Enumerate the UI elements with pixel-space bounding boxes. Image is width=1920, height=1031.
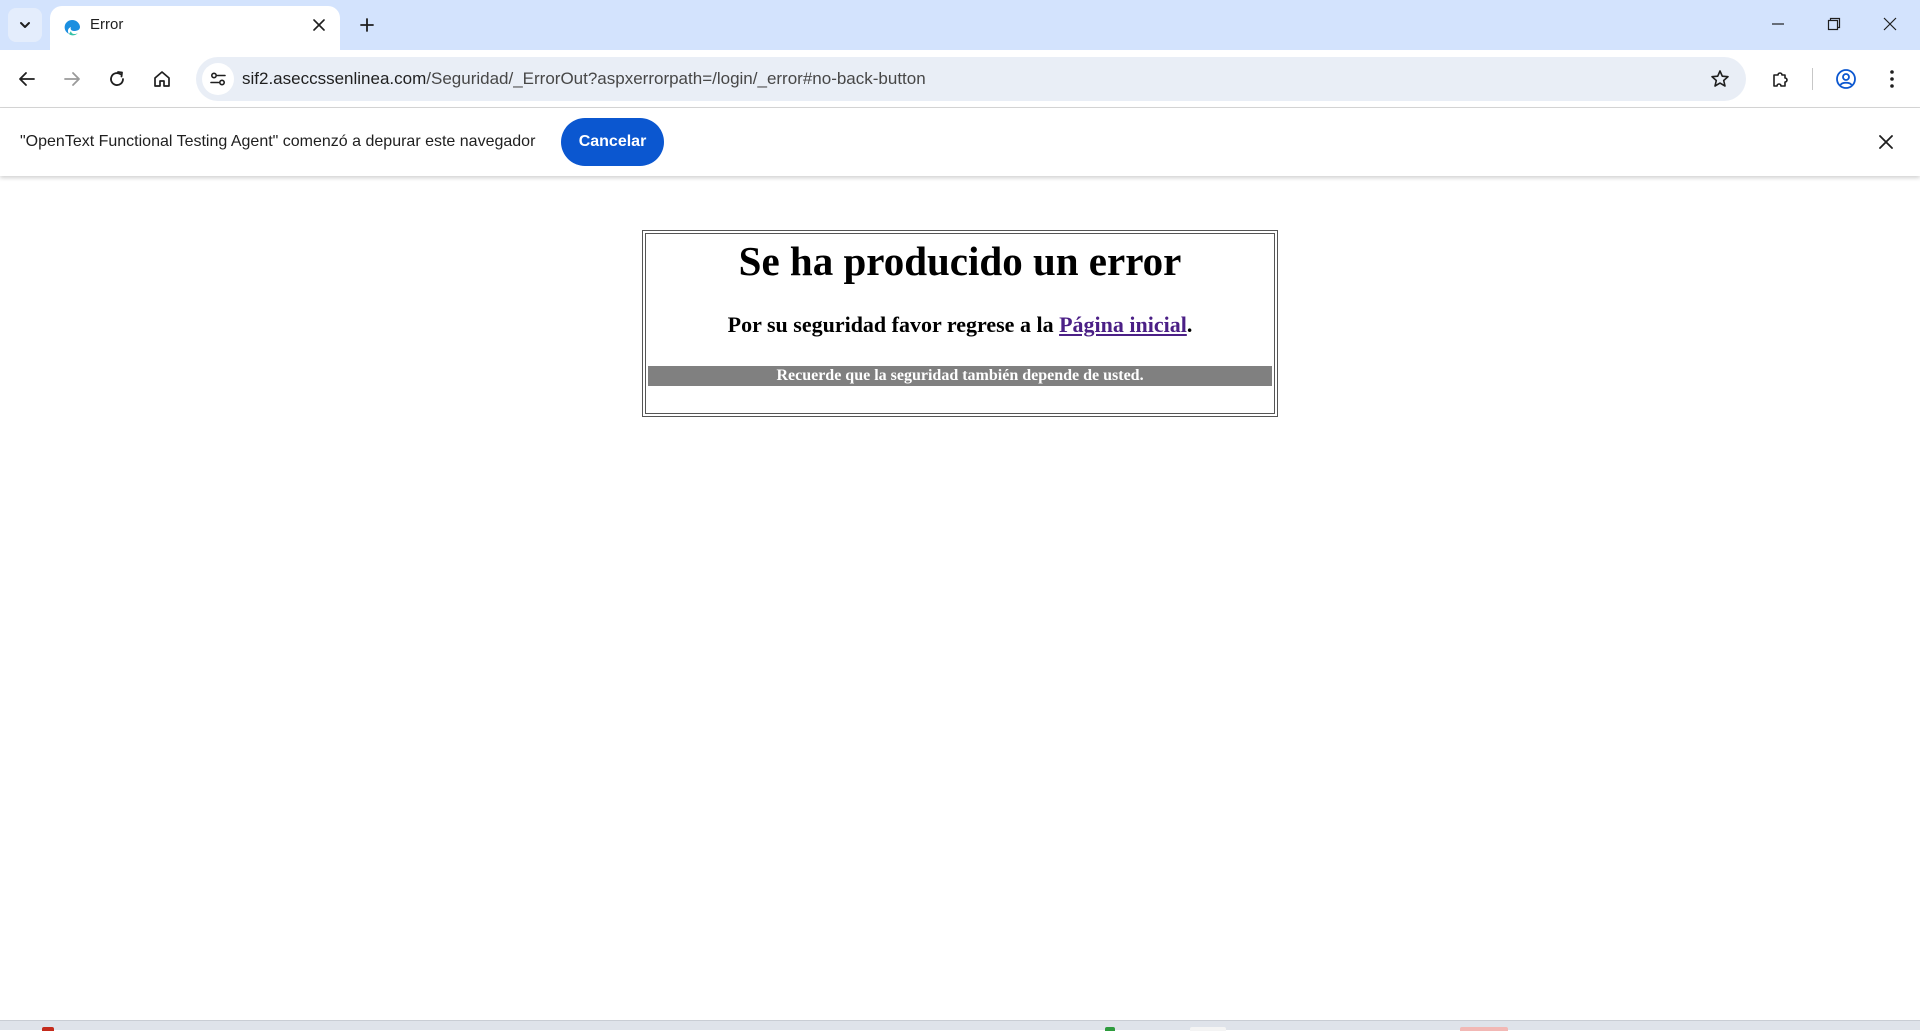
error-message-text: Por su seguridad favor regrese a la [727,312,1060,337]
profile-button[interactable] [1828,61,1864,97]
error-panel: Se ha producido un error Por su segurida… [642,230,1278,417]
security-reminder: Recuerde que la seguridad también depend… [648,366,1272,386]
forward-button[interactable] [54,61,90,97]
error-panel-inner: Se ha producido un error Por su segurida… [645,233,1275,414]
taskbar-edge [0,1020,1920,1031]
error-message-suffix: . [1186,312,1193,337]
taskbar-item [1105,1027,1115,1031]
restore-button[interactable] [1806,0,1862,48]
minimize-icon [1772,23,1784,25]
star-icon [1711,70,1729,87]
address-bar[interactable]: sif2.aseccssenlinea.com/Seguridad/_Error… [196,57,1746,101]
cancel-button[interactable]: Cancelar [561,118,664,166]
home-button[interactable] [144,61,180,97]
profile-icon [1836,69,1856,89]
taskbar-item [1460,1027,1508,1031]
plus-icon [360,18,374,32]
minimize-button[interactable] [1750,0,1806,48]
arrow-right-icon [64,72,80,86]
taskbar-item [1190,1027,1226,1031]
close-window-button[interactable] [1862,0,1918,48]
puzzle-icon [1773,72,1788,87]
reload-button[interactable] [99,61,135,97]
tune-icon [210,72,226,86]
tab-strip: Error [0,0,1920,50]
home-icon [154,71,170,87]
browser-tab-active[interactable]: Error [50,6,340,50]
restore-icon [1827,17,1841,31]
extensions-button[interactable] [1763,61,1799,97]
tab-search-button[interactable] [8,8,42,42]
error-message: Por su seguridad favor regrese a la Pági… [646,310,1274,340]
tab-close-button[interactable] [308,14,330,36]
close-icon [1879,135,1893,149]
infobar-message: "OpenText Functional Testing Agent" come… [20,133,536,150]
browser-toolbar: sif2.aseccssenlinea.com/Seguridad/_Error… [0,50,1920,108]
url-path: /Seguridad/_ErrorOut?aspxerrorpath=/logi… [426,69,926,88]
close-icon [1883,17,1897,31]
error-title: Se ha producido un error [738,238,1182,284]
toolbar-divider [1812,68,1813,90]
close-icon [313,19,325,31]
browser-menu-button[interactable] [1874,61,1910,97]
bookmark-button[interactable] [1704,63,1736,95]
new-tab-button[interactable] [352,10,382,40]
taskbar-item [42,1027,54,1031]
site-info-button[interactable] [202,63,234,95]
tab-title: Error [90,16,124,33]
reload-icon [110,71,124,86]
kebab-menu-icon [1890,70,1894,88]
arrow-left-icon [19,72,35,86]
home-page-link[interactable]: Página inicial [1059,312,1187,337]
debugging-infobar: "OpenText Functional Testing Agent" come… [0,108,1920,176]
edge-favicon-icon [64,20,80,36]
chevron-down-icon [20,22,30,28]
back-button[interactable] [9,61,45,97]
url-host: sif2.aseccssenlinea.com [242,69,427,88]
url-text[interactable]: sif2.aseccssenlinea.com/Seguridad/_Error… [242,57,926,101]
infobar-close-button[interactable] [1872,128,1900,156]
